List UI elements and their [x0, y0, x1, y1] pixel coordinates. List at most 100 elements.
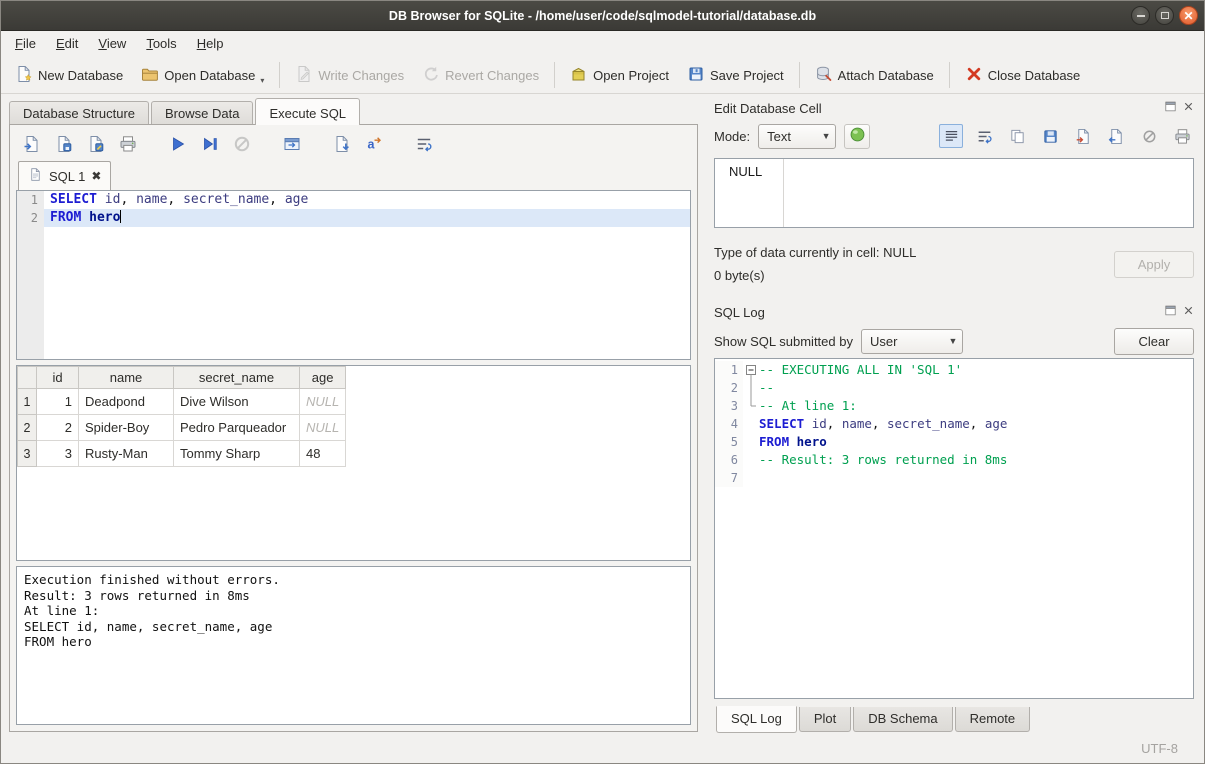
cell[interactable]: Pedro Parqueador: [174, 415, 300, 441]
toolbar-separator: [279, 62, 280, 88]
edit-cell-dock-title: Edit Database Cell: [714, 96, 1194, 120]
cell[interactable]: NULL: [300, 415, 346, 441]
sql-tab[interactable]: SQL 1 ✖: [18, 161, 111, 190]
execute-all-icon[interactable]: [166, 132, 190, 156]
log-line-7: 7: [715, 469, 1193, 487]
column-header-age[interactable]: age: [300, 367, 346, 389]
save-results-icon[interactable]: [330, 132, 354, 156]
execution-status[interactable]: Execution finished without errors. Resul…: [16, 566, 691, 725]
save-sql-file-icon[interactable]: [52, 132, 76, 156]
right-pane: Edit Database Cell Mode: Text ▼ NULL: [704, 94, 1204, 734]
tab-database-structure[interactable]: Database Structure: [9, 101, 149, 125]
cell[interactable]: NULL: [300, 389, 346, 415]
minimize-button[interactable]: [1131, 6, 1150, 25]
close-dock-icon[interactable]: [1181, 303, 1196, 318]
bottom-tabs: SQL LogPlotDB SchemaRemote: [714, 707, 1194, 734]
cell-editor[interactable]: NULL: [714, 158, 1194, 228]
dropdown-arrow-icon[interactable]: ▾: [260, 76, 264, 86]
text-mode-icon[interactable]: [939, 124, 963, 148]
mode-combobox[interactable]: Text ▼: [758, 124, 836, 149]
menu-view[interactable]: View: [88, 31, 136, 57]
svg-text:a: a: [368, 138, 376, 152]
cell[interactable]: Spider-Boy: [79, 415, 174, 441]
column-header-id[interactable]: id: [37, 367, 79, 389]
cell[interactable]: 2: [37, 415, 79, 441]
column-header-secret_name[interactable]: secret_name: [174, 367, 300, 389]
find-replace-icon[interactable]: a: [362, 132, 386, 156]
cell[interactable]: 48: [300, 441, 346, 467]
print-icon[interactable]: [116, 132, 140, 156]
window-title: DB Browser for SQLite - /home/user/code/…: [1, 9, 1204, 23]
bottom-tab-remote[interactable]: Remote: [955, 707, 1031, 732]
cell-settings-button[interactable]: [844, 124, 870, 149]
apply-button[interactable]: Apply: [1114, 251, 1194, 278]
edit-cell-title: Edit Database Cell: [714, 101, 822, 116]
stop-icon[interactable]: [230, 132, 254, 156]
copy-icon[interactable]: [1005, 124, 1029, 148]
bottom-tab-plot[interactable]: Plot: [799, 707, 851, 732]
chevron-down-icon: ▼: [944, 336, 962, 346]
bottom-tab-db-schema[interactable]: DB Schema: [853, 707, 952, 732]
maximize-button[interactable]: [1155, 6, 1174, 25]
sql-toolbar: a: [16, 127, 691, 161]
menu-tools[interactable]: Tools: [136, 31, 186, 57]
toolbar-separator: [554, 62, 555, 88]
tab-execute-sql[interactable]: Execute SQL: [255, 98, 360, 125]
sql-tabbar: SQL 1 ✖: [16, 161, 691, 190]
close-dock-icon[interactable]: [1181, 99, 1196, 114]
print-icon[interactable]: [1170, 124, 1194, 148]
open-project-button[interactable]: Open Project: [562, 61, 677, 90]
log-filter-value: User: [870, 334, 944, 349]
sql-log-view[interactable]: 1-- EXECUTING ALL IN 'SQL 1'2--3-- At li…: [714, 358, 1194, 699]
row-number[interactable]: 2: [18, 415, 37, 441]
export-results-icon[interactable]: [280, 132, 304, 156]
cell[interactable]: 1: [37, 389, 79, 415]
execute-line-icon[interactable]: [198, 132, 222, 156]
fold-marker[interactable]: [743, 361, 759, 379]
fold-marker: [743, 451, 759, 469]
set-null-icon[interactable]: [1137, 124, 1161, 148]
sql-editor[interactable]: 1SELECT id, name, secret_name, age2FROM …: [16, 190, 691, 360]
settings-orb-icon: [849, 126, 866, 146]
save-project-button[interactable]: Save Project: [679, 61, 792, 90]
cell[interactable]: Deadpond: [79, 389, 174, 415]
results-table: idnamesecret_nameage11DeadpondDive Wilso…: [17, 366, 346, 467]
menu-edit[interactable]: Edit: [46, 31, 88, 57]
cell[interactable]: Tommy Sharp: [174, 441, 300, 467]
cell[interactable]: Dive Wilson: [174, 389, 300, 415]
float-dock-icon[interactable]: [1163, 99, 1178, 114]
import-file-icon[interactable]: [1071, 124, 1095, 148]
titlebar[interactable]: DB Browser for SQLite - /home/user/code/…: [1, 1, 1204, 31]
cell[interactable]: 3: [37, 441, 79, 467]
revert-changes-button[interactable]: Revert Changes: [414, 61, 547, 90]
bottom-tab-sql-log[interactable]: SQL Log: [716, 706, 797, 733]
word-wrap-icon[interactable]: [412, 132, 436, 156]
open-sql-file-icon[interactable]: [20, 132, 44, 156]
log-filter-combobox[interactable]: User ▼: [861, 329, 963, 354]
column-header-name[interactable]: name: [79, 367, 174, 389]
line-number: 1: [715, 361, 743, 379]
revert-changes-icon: [422, 65, 440, 86]
row-number[interactable]: 3: [18, 441, 37, 467]
float-dock-icon[interactable]: [1163, 303, 1178, 318]
save-sql-as-icon[interactable]: [84, 132, 108, 156]
attach-database-button[interactable]: Attach Database: [807, 61, 942, 90]
close-database-button[interactable]: Close Database: [957, 61, 1089, 90]
line-number: 5: [715, 433, 743, 451]
open-database-button[interactable]: Open Database▾: [133, 61, 272, 90]
row-number[interactable]: 1: [18, 389, 37, 415]
line-number: 7: [715, 469, 743, 487]
close-button[interactable]: ✕: [1179, 6, 1198, 25]
export-file-icon[interactable]: [1104, 124, 1128, 148]
clear-log-button[interactable]: Clear: [1114, 328, 1194, 355]
tab-browse-data[interactable]: Browse Data: [151, 101, 253, 125]
write-changes-button[interactable]: Write Changes: [287, 61, 412, 90]
sql-tab-close-icon[interactable]: ✖: [91, 169, 101, 183]
word-wrap-icon[interactable]: [972, 124, 996, 148]
line-number: 2: [715, 379, 743, 397]
cell[interactable]: Rusty-Man: [79, 441, 174, 467]
menu-help[interactable]: Help: [187, 31, 234, 57]
save-cell-icon[interactable]: [1038, 124, 1062, 148]
menu-file[interactable]: File: [5, 31, 46, 57]
new-database-button[interactable]: New Database: [7, 61, 131, 90]
